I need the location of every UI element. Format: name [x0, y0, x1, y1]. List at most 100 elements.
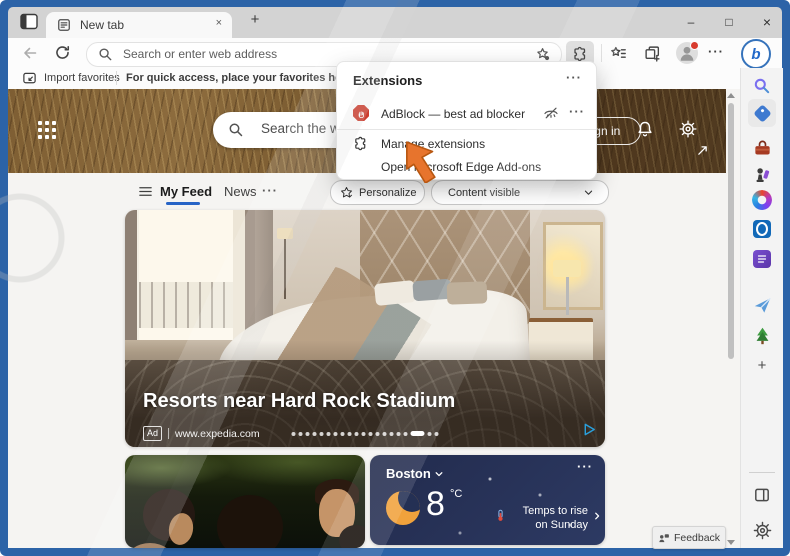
carousel-dot-active[interactable] — [410, 431, 425, 436]
weather-temperature: 8 — [426, 485, 445, 523]
weather-unit: °C — [450, 488, 463, 500]
settings-more-icon[interactable]: ··· — [708, 44, 724, 59]
weather-card[interactable]: Boston ··· 8 °C Temps to rise on Sunday — [370, 455, 605, 545]
weather-more-icon[interactable]: ··· — [577, 459, 593, 474]
tab-title: New tab — [80, 18, 125, 32]
tab-my-feed[interactable]: My Feed — [160, 184, 212, 199]
carousel-dot[interactable] — [427, 431, 432, 436]
scrollbar-up-arrow[interactable] — [727, 93, 735, 98]
sidebar-games-icon[interactable] — [752, 164, 772, 184]
feed-menu-icon[interactable] — [138, 184, 153, 199]
tab-news[interactable]: News — [224, 184, 257, 199]
carousel-dot[interactable] — [375, 431, 380, 436]
feedback-person-icon — [658, 532, 670, 544]
carousel-dot[interactable] — [389, 431, 394, 436]
sidebar-add-icon[interactable]: + — [754, 358, 770, 374]
carousel-dot[interactable] — [403, 431, 408, 436]
sidebar-microsoft-365-icon[interactable] — [752, 190, 772, 210]
favorites-hub-icon[interactable] — [610, 45, 627, 62]
weather-location[interactable]: Boston — [386, 466, 431, 481]
feedback-label: Feedback — [673, 531, 721, 544]
carousel-dot[interactable] — [361, 431, 366, 436]
notifications-bell-icon[interactable] — [636, 120, 654, 138]
carousel-dot[interactable] — [333, 431, 338, 436]
maximize-button[interactable]: □ — [714, 9, 744, 35]
adblock-more-icon[interactable]: ··· — [569, 104, 585, 119]
import-favorites-icon — [22, 71, 37, 86]
personalize-label: Personalize — [359, 186, 417, 199]
hero-card[interactable]: Resorts near Hard Rock Stadium Ad www.ex… — [125, 210, 605, 447]
personalize-button[interactable]: Personalize — [330, 180, 425, 205]
page-settings-gear-icon[interactable] — [679, 120, 697, 138]
thermometer-icon — [494, 509, 507, 522]
popup-divider — [337, 129, 596, 130]
sidebar-outlook-icon[interactable] — [753, 220, 771, 238]
carousel-dot[interactable] — [382, 431, 387, 436]
sidebar-tree-icon[interactable] — [752, 325, 772, 345]
scrollbar-thumb[interactable] — [728, 103, 734, 359]
edge-sidebar: + — [740, 68, 783, 548]
carousel-dot[interactable] — [368, 431, 373, 436]
search-icon — [98, 47, 113, 62]
carousel-dot[interactable] — [291, 431, 296, 436]
content-visible-dropdown[interactable]: Content visible — [431, 180, 609, 205]
carousel-dot[interactable] — [340, 431, 345, 436]
sidebar-settings-gear-icon[interactable] — [752, 520, 772, 540]
collections-icon[interactable] — [644, 45, 661, 62]
feed-more-icon[interactable]: ··· — [262, 183, 278, 198]
personalize-star-icon — [340, 186, 353, 199]
profile-notification-dot — [690, 41, 699, 50]
import-favorites-label[interactable]: Import favorites — [44, 72, 120, 84]
extensions-popup-more-icon[interactable]: ··· — [566, 70, 582, 85]
carousel-dot[interactable] — [396, 431, 401, 436]
adblock-label: AdBlock — best ad blocker — [381, 107, 526, 121]
carousel-dot[interactable] — [305, 431, 310, 436]
carousel-dot[interactable] — [326, 431, 331, 436]
sidebar-notebook-icon[interactable] — [753, 250, 771, 268]
workspaces-icon[interactable] — [20, 13, 38, 30]
sidebar-drop-icon[interactable] — [752, 295, 772, 315]
new-tab-button[interactable]: + — [245, 11, 265, 33]
bing-chat-button[interactable]: b — [741, 39, 771, 69]
tab-close-button[interactable]: × — [216, 17, 222, 29]
profile-avatar[interactable] — [676, 41, 699, 64]
carousel-dot[interactable] — [319, 431, 324, 436]
feedback-button[interactable]: Feedback — [652, 526, 726, 549]
ad-source: www.expedia.com — [175, 427, 260, 440]
address-input[interactable] — [121, 46, 505, 62]
open-addons-row[interactable]: Open Microsoft Edge Add-ons — [337, 156, 596, 177]
hide-from-toolbar-eye-icon[interactable] — [543, 105, 559, 121]
sidebar-shopping-icon[interactable] — [752, 103, 772, 123]
expand-banner-icon[interactable] — [696, 144, 709, 157]
browser-window: New tab × + – □ × Search or enter web ad… — [0, 0, 790, 556]
news-card-soccer[interactable] — [125, 455, 365, 548]
back-icon[interactable] — [22, 45, 38, 61]
refresh-icon[interactable] — [54, 44, 71, 61]
weather-location-chevron-icon[interactable] — [434, 469, 444, 479]
close-button[interactable]: × — [752, 9, 782, 35]
highlight-cursor-arrow-icon — [402, 141, 442, 183]
carousel-dot[interactable] — [354, 431, 359, 436]
adchoices-icon[interactable] — [582, 422, 597, 437]
ad-divider — [168, 428, 170, 439]
manage-extensions-row[interactable]: Manage extensions — [337, 132, 596, 156]
adblock-icon — [353, 105, 369, 121]
carousel-dot[interactable] — [298, 431, 303, 436]
toolbar-divider — [601, 44, 602, 62]
favorites-star-gear-icon[interactable] — [536, 47, 551, 62]
adblock-row[interactable]: AdBlock — best ad blocker ··· — [337, 100, 596, 127]
tab-new-tab[interactable]: New tab × — [46, 12, 232, 38]
weather-next-chevron-icon[interactable] — [592, 511, 602, 521]
sidebar-split-screen-icon[interactable] — [752, 485, 772, 505]
sidebar-toolbox-icon[interactable] — [752, 138, 772, 158]
carousel-dot[interactable] — [312, 431, 317, 436]
sidebar-search-icon[interactable] — [752, 76, 772, 96]
minimize-button[interactable]: – — [676, 9, 706, 35]
scrollbar-down-arrow[interactable] — [727, 540, 735, 545]
carousel-dot[interactable] — [347, 431, 352, 436]
weather-forecast: Temps to rise on Sunday — [522, 505, 588, 532]
manage-extensions-puzzle-icon — [353, 136, 368, 151]
carousel-dot[interactable] — [434, 431, 439, 436]
apps-grid-icon[interactable] — [38, 121, 56, 139]
favorites-hint: For quick access, place your favorites h… — [126, 72, 338, 84]
